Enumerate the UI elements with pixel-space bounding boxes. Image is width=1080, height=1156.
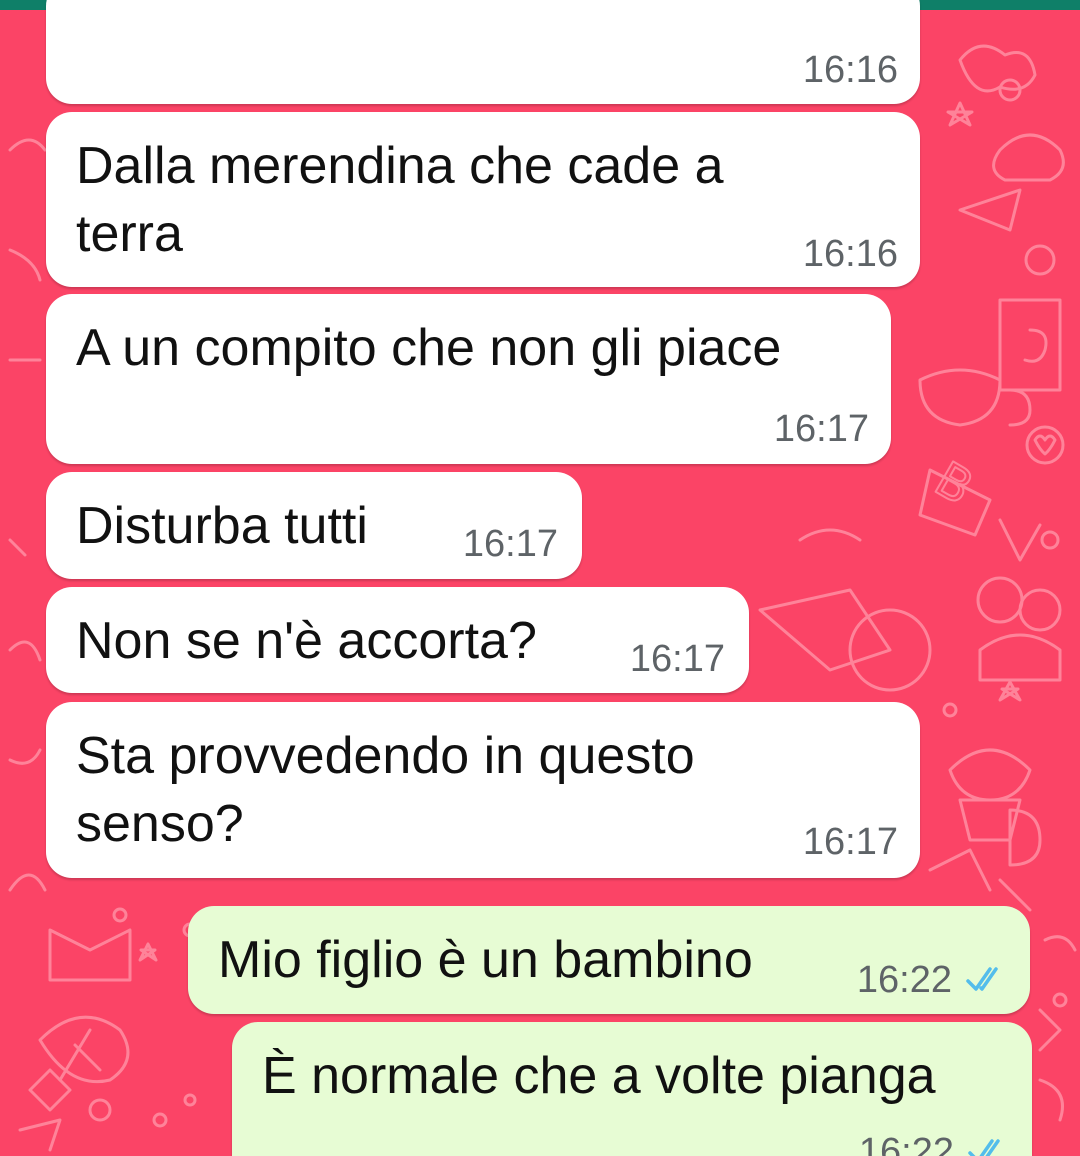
message-timestamp: 16:17: [462, 523, 558, 565]
message-text-line: Mio figlio è un bambino: [218, 931, 753, 989]
message-bubble-incoming[interactable]: Dalla merendina che cade a terra 16:16: [46, 112, 920, 287]
message-text: È normale che a volte pianga: [262, 1042, 936, 1110]
message-timestamp: 16:17: [802, 821, 898, 863]
message-text-line: terra: [76, 205, 183, 263]
message-timestamp: 16:17: [629, 638, 725, 680]
message-bubble-incoming[interactable]: 16:16: [46, 0, 920, 104]
message-text-line: senso?: [76, 795, 244, 853]
message-timestamp: 16:22: [856, 959, 952, 1001]
message-text: Non se n'è accorta?: [76, 607, 537, 675]
message-bubble-incoming[interactable]: Disturba tutti 16:17: [46, 472, 582, 579]
message-bubble-incoming[interactable]: Non se n'è accorta? 16:17: [46, 587, 749, 693]
message-text: A un compito che non gli piace: [76, 314, 781, 382]
message-text: Sta provvedendo in questo senso?: [76, 722, 695, 858]
message-text: Dalla merendina che cade a terra: [76, 132, 724, 268]
message-text-line: È normale che a volte pianga: [262, 1047, 936, 1105]
message-timestamp: 16:22: [858, 1131, 954, 1156]
message-text-line: Sta provvedendo in questo: [76, 727, 695, 785]
message-text-line: A un compito che non gli piace: [76, 319, 782, 377]
message-text-line: Disturba tutti: [76, 497, 368, 555]
message-text: Mio figlio è un bambino: [218, 926, 753, 994]
message-timestamp: 16:17: [773, 408, 869, 450]
double-check-read-icon: [968, 1139, 1000, 1156]
svg-text:B: B: [926, 451, 983, 516]
message-text-line: Non se n'è accorta?: [76, 612, 537, 670]
message-timestamp: 16:16: [802, 49, 898, 91]
message-text-line: Dalla merendina che cade a: [76, 137, 724, 195]
message-bubble-outgoing[interactable]: Mio figlio è un bambino 16:22: [188, 906, 1030, 1014]
message-timestamp: 16:16: [802, 233, 898, 275]
double-check-read-icon: [966, 967, 998, 991]
message-text: Disturba tutti: [76, 492, 368, 560]
message-bubble-incoming[interactable]: A un compito che non gli piace 16:17: [46, 294, 891, 464]
message-bubble-incoming[interactable]: Sta provvedendo in questo senso? 16:17: [46, 702, 920, 878]
message-bubble-outgoing[interactable]: È normale che a volte pianga 16:22: [232, 1022, 1032, 1156]
